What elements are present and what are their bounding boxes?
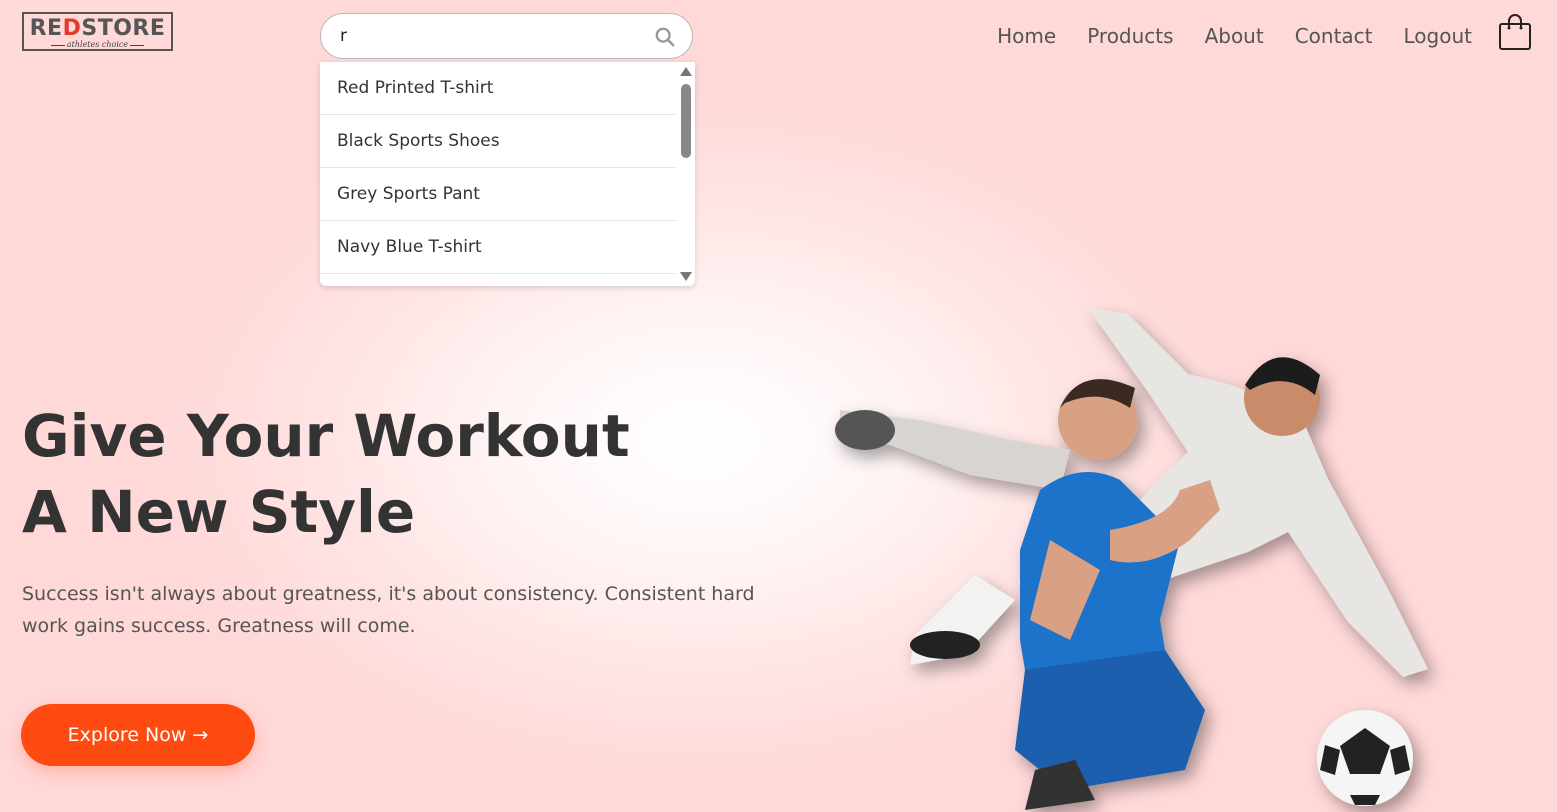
- suggestion-item[interactable]: Navy Blue T-shirt: [320, 221, 676, 274]
- scroll-up-arrow-icon[interactable]: [680, 67, 692, 76]
- search-input[interactable]: r: [340, 26, 347, 46]
- suggestions-scrollbar[interactable]: [677, 62, 695, 286]
- nav-products[interactable]: Products: [1087, 24, 1173, 48]
- nav-logout[interactable]: Logout: [1404, 24, 1472, 48]
- logo[interactable]: REDSTORE athletes choice: [22, 12, 173, 51]
- suggestion-item[interactable]: Black Sports Shoes: [320, 115, 676, 168]
- hero-football-players-image: [835, 308, 1428, 810]
- main-nav: Home Products About Contact Logout: [966, 24, 1472, 48]
- hero-title-line-2: A New Style: [22, 478, 416, 546]
- suggestion-item[interactable]: Grey Sports Pant: [320, 168, 676, 221]
- scrollbar-thumb[interactable]: [681, 84, 691, 158]
- logo-tagline: athletes choice: [24, 41, 171, 49]
- logo-brand: REDSTORE: [29, 16, 166, 41]
- search-suggestions: Red Printed T-shirt Black Sports Shoes G…: [320, 62, 695, 286]
- search-icon[interactable]: [654, 26, 676, 48]
- explore-now-button[interactable]: Explore Now →: [21, 704, 255, 766]
- hero-title: Give Your Workout A New Style: [22, 398, 630, 550]
- hero-title-line-1: Give Your Workout: [22, 402, 630, 470]
- shopping-bag-icon[interactable]: [1498, 13, 1532, 51]
- nav-about[interactable]: About: [1205, 24, 1264, 48]
- nav-home[interactable]: Home: [997, 24, 1056, 48]
- nav-contact[interactable]: Contact: [1295, 24, 1373, 48]
- suggestion-item[interactable]: Red Printed T-shirt: [320, 62, 676, 115]
- search-box[interactable]: r: [320, 13, 693, 59]
- scroll-down-arrow-icon[interactable]: [680, 272, 692, 281]
- hero-description: Success isn't always about greatness, it…: [22, 583, 755, 637]
